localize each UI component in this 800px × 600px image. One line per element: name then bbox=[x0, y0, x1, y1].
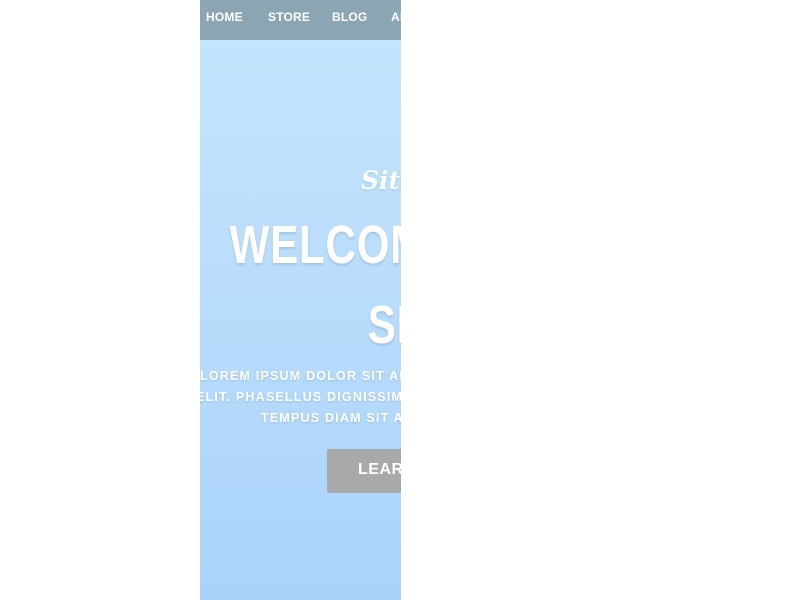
learn-more-button-label: LEAR bbox=[358, 461, 401, 478]
hero-body-line-3: TEMPUS DIAM SIT A bbox=[261, 411, 401, 425]
nav-link-home[interactable]: HOME bbox=[206, 10, 243, 24]
hero-tagline: Site bbox=[361, 166, 401, 195]
nav-link-about[interactable]: AB bbox=[391, 10, 401, 24]
nav-link-blog[interactable]: BLOG bbox=[332, 10, 367, 24]
site-viewport: HOME STORE BLOG AB Site WELCOM SI LOREM … bbox=[200, 0, 401, 600]
top-navbar: HOME STORE BLOG AB bbox=[200, 0, 401, 40]
hero-body-line-1: LOREM IPSUM DOLOR SIT AM bbox=[200, 369, 401, 383]
hero-body-text: LOREM IPSUM DOLOR SIT AM ELIT. PHASELLUS… bbox=[200, 366, 401, 429]
hero-title-line-2: SI bbox=[367, 295, 401, 355]
nav-link-store[interactable]: STORE bbox=[268, 10, 310, 24]
hero-title: WELCOM SI bbox=[200, 205, 401, 365]
learn-more-button[interactable]: LEAR bbox=[327, 449, 401, 493]
hero-title-line-1: WELCOM bbox=[229, 215, 401, 275]
hero-body-line-2: ELIT. PHASELLUS DIGNISSIM bbox=[200, 390, 401, 404]
